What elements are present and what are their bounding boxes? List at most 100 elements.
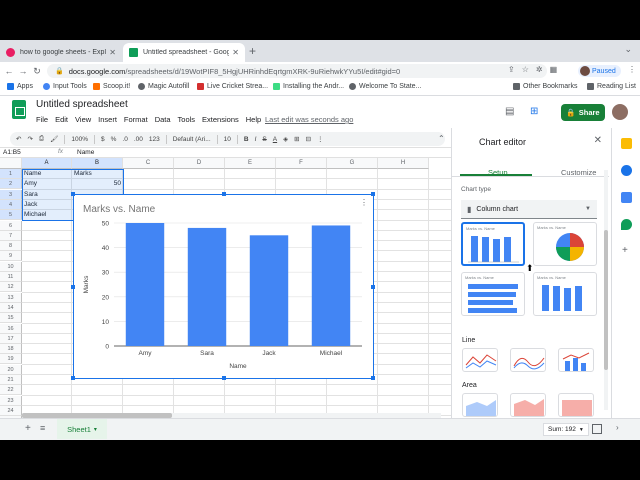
row-header-8[interactable]: 8	[0, 241, 22, 252]
chart-resize-handle[interactable]	[371, 285, 375, 289]
extensions-icon[interactable]: ✲	[536, 65, 543, 74]
browser-tab-explore[interactable]: how to google sheets - Explore ✕	[0, 43, 122, 62]
tab-customize[interactable]: Customize	[555, 163, 602, 182]
suggestion-bar-chart[interactable]: Marks vs. Name	[461, 272, 525, 316]
row-header-14[interactable]: 14	[0, 302, 22, 313]
row-header-2[interactable]: 2	[0, 179, 22, 190]
tab-setup[interactable]: Setup	[482, 163, 514, 182]
stacked-area-chart-option[interactable]	[510, 393, 546, 417]
row-header-6[interactable]: 6	[0, 220, 22, 231]
chart-resize-handle[interactable]	[371, 192, 375, 196]
strikethrough-button[interactable]: S	[262, 136, 266, 143]
suggestion-column-chart-2[interactable]: Marks vs. Name	[533, 272, 597, 316]
scrollbar-thumb[interactable]	[604, 230, 608, 370]
print-icon[interactable]: ⎙	[39, 135, 44, 143]
line-chart-option[interactable]	[462, 348, 498, 372]
show-side-panel-icon[interactable]: ›	[616, 423, 619, 432]
bookmark-apps[interactable]: Apps	[7, 83, 33, 90]
all-sheets-icon[interactable]: ≡	[40, 423, 45, 433]
column-header-c[interactable]: C	[123, 158, 174, 169]
combo-chart-option[interactable]	[558, 348, 594, 372]
fill-color-icon[interactable]: ◈	[283, 135, 288, 143]
comments-icon[interactable]: ▤	[505, 106, 514, 117]
close-tab-icon[interactable]: ✕	[232, 48, 239, 57]
column-header-b[interactable]: B	[72, 158, 123, 169]
menu-data[interactable]: Data	[155, 115, 171, 124]
italic-button[interactable]: I	[255, 136, 257, 143]
menu-help[interactable]: Help	[246, 115, 261, 124]
row-header-12[interactable]: 12	[0, 282, 22, 293]
row-header-16[interactable]: 16	[0, 323, 22, 334]
embedded-chart[interactable]: Marks vs. Name 0 10 20 30 40 50 Amy Sara Jack Mich…	[71, 192, 375, 380]
menu-tools[interactable]: Tools	[178, 115, 196, 124]
menu-edit[interactable]: Edit	[55, 115, 68, 124]
row-header-15[interactable]: 15	[0, 313, 22, 324]
more-formats-button[interactable]: 123	[149, 136, 160, 143]
bookmark-scoopit[interactable]: Scoop.it!	[93, 83, 130, 90]
profile-paused-button[interactable]: Paused	[578, 65, 621, 77]
share-page-icon[interactable]: ⇪	[508, 65, 515, 74]
percent-format-button[interactable]: %	[111, 136, 117, 143]
row-header-3[interactable]: 3	[0, 189, 22, 200]
collapse-toolbar-icon[interactable]: ⌃	[438, 134, 445, 143]
row-header-4[interactable]: 4	[0, 199, 22, 210]
row-header-21[interactable]: 21	[0, 375, 22, 385]
row-header-5[interactable]: 5	[0, 210, 22, 221]
new-tab-icon[interactable]: +	[249, 44, 256, 58]
tasks-icon[interactable]	[621, 165, 632, 176]
row-header-17[interactable]: 17	[0, 333, 22, 344]
chart-resize-handle[interactable]	[71, 285, 75, 289]
sheets-logo-icon[interactable]	[12, 100, 26, 119]
add-sheet-icon[interactable]: +	[25, 423, 31, 434]
paint-format-icon[interactable]: 🖌	[50, 135, 58, 143]
row-header-18[interactable]: 18	[0, 344, 22, 355]
font-size-select[interactable]: 10	[224, 136, 231, 143]
keep-icon[interactable]	[621, 138, 632, 149]
bookmark-android[interactable]: Installing the Andr...	[273, 83, 344, 90]
text-color-button[interactable]: A	[273, 136, 277, 143]
column-header-h[interactable]: H	[378, 158, 429, 169]
increase-decimal-button[interactable]: .00	[134, 136, 143, 143]
chart-menu-icon[interactable]: ⋮	[360, 198, 368, 207]
row-header-9[interactable]: 9	[0, 251, 22, 262]
reload-icon[interactable]: ↻	[30, 66, 44, 77]
add-on-plus-icon[interactable]: +	[622, 245, 628, 256]
close-icon[interactable]: ✕	[594, 135, 602, 146]
account-avatar[interactable]	[612, 104, 628, 120]
menu-view[interactable]: View	[75, 115, 91, 124]
row-header-11[interactable]: 11	[0, 272, 22, 282]
chart-resize-handle[interactable]	[71, 192, 75, 196]
redo-icon[interactable]: ↷	[27, 135, 32, 143]
chart-type-dropdown[interactable]: ▮ Column chart ▼	[461, 200, 597, 219]
bookmark-magic-autofill[interactable]: Magic Autofill	[138, 83, 189, 90]
browser-tab-spreadsheet[interactable]: Untitled spreadsheet - Google ✕	[123, 43, 245, 62]
editor-scrollbar[interactable]	[604, 170, 608, 410]
document-title[interactable]: Untitled spreadsheet	[36, 99, 128, 110]
sheet-tab-menu-icon[interactable]: ▾	[94, 426, 97, 433]
name-box[interactable]: A1:B5	[3, 149, 21, 156]
decrease-decimal-button[interactable]: .0	[122, 136, 127, 143]
zoom-select[interactable]: 100%	[71, 136, 88, 143]
extension-puzzle-icon[interactable]: ▦	[550, 65, 558, 74]
column-header-a[interactable]: A	[22, 158, 72, 169]
row-header-10[interactable]: 10	[0, 261, 22, 272]
sum-indicator[interactable]: Sum: 192 ▼	[543, 423, 589, 436]
smooth-line-chart-option[interactable]	[510, 348, 546, 372]
menu-file[interactable]: File	[36, 115, 48, 124]
full-stacked-area-chart-option[interactable]	[558, 393, 594, 417]
column-header-e[interactable]: E	[225, 158, 276, 169]
merge-cells-icon[interactable]: ⊟	[306, 135, 311, 143]
browser-menu-icon[interactable]: ⋮	[628, 65, 636, 74]
chart-resize-handle[interactable]	[371, 376, 375, 380]
bookmark-state[interactable]: Welcome To State...	[349, 83, 421, 90]
suggestion-column-chart[interactable]: Marks vs. Name	[461, 222, 525, 266]
font-select[interactable]: Default (Ari...	[173, 136, 211, 143]
chart-resize-handle[interactable]	[71, 376, 75, 380]
menu-format[interactable]: Format	[124, 115, 148, 124]
other-bookmarks[interactable]: Other Bookmarks	[513, 83, 577, 90]
row-header-1[interactable]: 1	[0, 169, 22, 179]
last-edit-link[interactable]: Last edit was seconds ago	[265, 115, 353, 124]
undo-icon[interactable]: ↶	[16, 135, 21, 143]
maps-icon[interactable]	[621, 219, 632, 230]
formula-input[interactable]: Name	[77, 149, 94, 156]
